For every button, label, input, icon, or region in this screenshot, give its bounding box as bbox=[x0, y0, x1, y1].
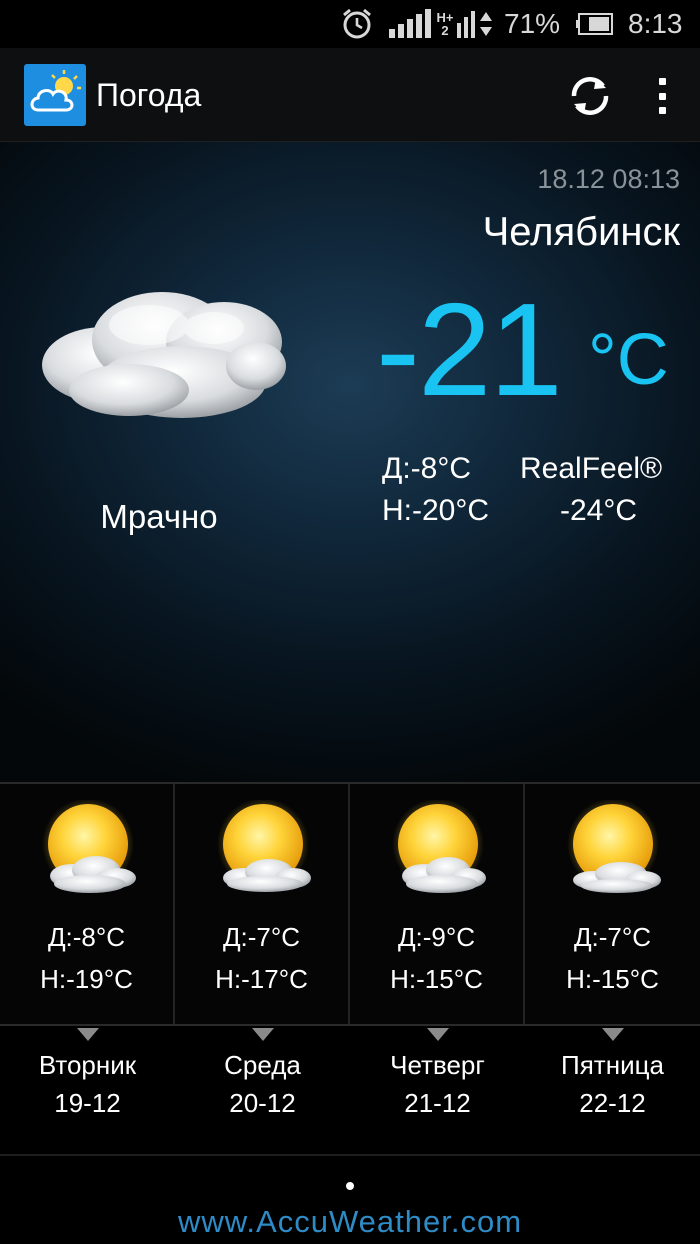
refresh-icon bbox=[571, 77, 609, 115]
forecast-low: Н:-19°C bbox=[40, 964, 133, 994]
forecast-weekday: Среда bbox=[224, 1050, 301, 1080]
forecast-day-labels: Вторник 19-12 Среда 20-12 Четверг 21-12 … bbox=[0, 1026, 700, 1156]
signal-2-icon bbox=[456, 0, 478, 48]
overflow-menu-icon bbox=[658, 78, 666, 85]
forecast-weekday: Пятница bbox=[561, 1050, 664, 1080]
data-arrows-icon bbox=[478, 0, 494, 48]
day-high-temp: Д:-8°C bbox=[382, 452, 471, 485]
forecast-low: Н:-15°C bbox=[390, 964, 483, 994]
weather-app-icon[interactable] bbox=[24, 64, 86, 126]
status-bar: H+ 2 71% 8:13 bbox=[0, 0, 700, 48]
forecast-high: Д:-7°C bbox=[573, 922, 652, 952]
forecast-date: 20-12 bbox=[229, 1088, 296, 1118]
forecast-day[interactable]: Д:-7°C Н:-15°C bbox=[525, 784, 700, 1024]
alarm-icon bbox=[340, 0, 380, 48]
condition-text: Мрачно bbox=[100, 498, 218, 535]
forecast-day[interactable]: Д:-9°C Н:-15°C bbox=[350, 784, 525, 1024]
partly-sunny-icon bbox=[392, 800, 486, 893]
forecast-date: 19-12 bbox=[54, 1088, 121, 1118]
forecast-day-label[interactable]: Пятница 22-12 bbox=[525, 1026, 700, 1154]
forecast-date: 21-12 bbox=[404, 1088, 471, 1118]
battery-icon bbox=[576, 0, 616, 48]
current-temperature: -21 bbox=[376, 276, 563, 423]
realfeel-value: -24°C bbox=[560, 494, 638, 527]
signal-icon bbox=[388, 0, 434, 48]
forecast-weekday: Четверг bbox=[390, 1050, 485, 1080]
pointer-arrow-icon bbox=[252, 1028, 274, 1041]
forecast-high: Д:-7°C bbox=[222, 922, 301, 952]
accuweather-link[interactable]: www.AccuWeather.com bbox=[0, 1204, 700, 1240]
forecast-high: Д:-9°C bbox=[397, 922, 476, 952]
forecast-day-label[interactable]: Четверг 21-12 bbox=[350, 1026, 525, 1154]
network-type-indicator: H+ 2 bbox=[434, 0, 456, 48]
current-weather-panel[interactable]: 18.12 08:13 Челябинск Мрачно -21 °C Д:-8… bbox=[0, 142, 700, 782]
cloudy-icon bbox=[42, 292, 286, 418]
realfeel-label: RealFeel® bbox=[520, 452, 663, 485]
forecast-day[interactable]: Д:-8°C Н:-19°C bbox=[0, 784, 175, 1024]
city-name[interactable]: Челябинск bbox=[483, 210, 680, 255]
pointer-arrow-icon bbox=[427, 1028, 449, 1041]
refresh-button[interactable] bbox=[566, 72, 614, 120]
pointer-arrow-icon bbox=[77, 1028, 99, 1041]
overflow-menu-button[interactable] bbox=[646, 74, 678, 118]
partly-sunny-icon bbox=[567, 800, 661, 893]
partly-sunny-icon bbox=[217, 800, 311, 892]
battery-percent: 71% bbox=[504, 8, 561, 39]
pointer-arrow-icon bbox=[602, 1028, 624, 1041]
night-low-temp: Н:-20°C bbox=[382, 494, 490, 527]
forecast-high: Д:-8°C bbox=[47, 922, 126, 952]
forecast-low: Н:-15°C bbox=[566, 964, 659, 994]
forecast-day-label[interactable]: Вторник 19-12 bbox=[0, 1026, 175, 1154]
sim-slot-label: 2 bbox=[441, 23, 449, 38]
partly-sunny-icon bbox=[42, 800, 136, 893]
action-bar: Погода bbox=[0, 48, 700, 142]
temperature-unit: °C bbox=[588, 320, 669, 400]
forecast-date: 22-12 bbox=[579, 1088, 646, 1118]
forecast-weekday: Вторник bbox=[38, 1050, 137, 1080]
clock: 8:13 bbox=[628, 8, 683, 39]
forecast-strip: Д:-8°C Н:-19°C Д:-7°C Н:-17°C Д:-9°C Н:-… bbox=[0, 782, 700, 1026]
app-title: Погода bbox=[96, 76, 202, 113]
forecast-day-label[interactable]: Среда 20-12 bbox=[175, 1026, 350, 1154]
page-indicator bbox=[346, 1182, 354, 1190]
forecast-low: Н:-17°C bbox=[215, 964, 308, 994]
updated-timestamp: 18.12 08:13 bbox=[537, 164, 680, 194]
forecast-day[interactable]: Д:-7°C Н:-17°C bbox=[175, 784, 350, 1024]
